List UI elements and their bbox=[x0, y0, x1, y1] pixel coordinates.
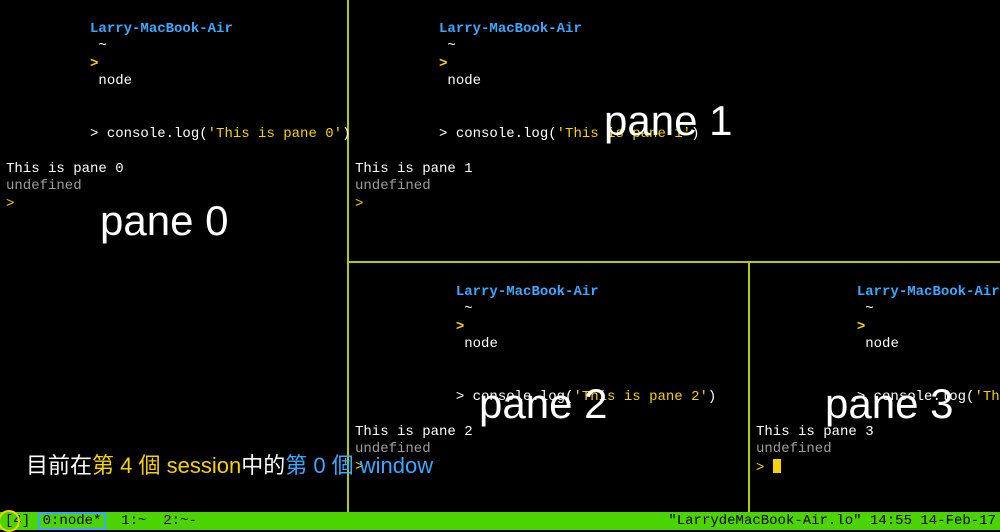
pane-3[interactable]: Larry-MacBook-Air ~ > node > console.log… bbox=[750, 263, 1000, 512]
repl-prompt: > bbox=[355, 196, 994, 214]
prompt-host: Larry-MacBook-Air bbox=[439, 21, 582, 37]
pane-label-3: pane 3 bbox=[825, 378, 953, 431]
window-tab-2[interactable]: 2:~- bbox=[163, 513, 197, 529]
pane-row-bottom: Larry-MacBook-Air ~ > node > console.log… bbox=[349, 263, 1000, 512]
pane-label-0: pane 0 bbox=[100, 195, 228, 248]
window-tab-0[interactable]: 0:node* bbox=[40, 513, 105, 529]
annotation-caption: 目前在第 4 個 session中的第 0 個 window bbox=[26, 448, 433, 480]
pane-1[interactable]: Larry-MacBook-Air ~ > node > console.log… bbox=[349, 0, 1000, 261]
pane-column-right: Larry-MacBook-Air ~ > node > console.log… bbox=[349, 0, 1000, 512]
pane-container: Larry-MacBook-Air ~ > node > console.log… bbox=[0, 0, 1000, 512]
shell-command: node bbox=[456, 336, 498, 352]
repl-output: This is pane 0 bbox=[6, 161, 341, 179]
window-tab-1[interactable]: 1:~ bbox=[121, 513, 146, 529]
repl-undefined: undefined bbox=[756, 441, 994, 459]
tmux-window: Larry-MacBook-Air ~ > node > console.log… bbox=[0, 0, 1000, 530]
prompt-path: ~ bbox=[456, 301, 481, 317]
prompt-path: ~ bbox=[857, 301, 882, 317]
prompt-marker: > bbox=[439, 56, 447, 72]
cursor-icon bbox=[773, 459, 781, 473]
prompt-host: Larry-MacBook-Air bbox=[90, 21, 233, 37]
status-left: [4] 0:node* 1:~ 2:~- bbox=[4, 513, 197, 529]
prompt-marker: > bbox=[857, 319, 865, 335]
pane-0[interactable]: Larry-MacBook-Air ~ > node > console.log… bbox=[0, 0, 347, 512]
repl-undefined: undefined bbox=[355, 178, 994, 196]
repl-output: This is pane 1 bbox=[355, 161, 994, 179]
pane-column-left: Larry-MacBook-Air ~ > node > console.log… bbox=[0, 0, 347, 512]
repl-prompt-active: > bbox=[756, 459, 994, 478]
shell-command: node bbox=[90, 73, 132, 89]
prompt-host: Larry-MacBook-Air bbox=[456, 284, 599, 300]
session-indicator[interactable]: [4] bbox=[4, 513, 31, 529]
prompt-marker: > bbox=[90, 56, 98, 72]
repl-input: > console.log( bbox=[439, 126, 557, 142]
repl-input: > console.log( bbox=[90, 126, 208, 142]
prompt-marker: > bbox=[456, 319, 464, 335]
pane-label-1: pane 1 bbox=[604, 95, 732, 148]
shell-command: node bbox=[439, 73, 481, 89]
prompt-path: ~ bbox=[439, 38, 464, 54]
shell-command: node bbox=[857, 336, 899, 352]
prompt-path: ~ bbox=[90, 38, 115, 54]
repl-undefined: undefined bbox=[6, 178, 341, 196]
prompt-host: Larry-MacBook-Air bbox=[857, 284, 1000, 300]
tmux-status-bar[interactable]: [4] 0:node* 1:~ 2:~- "LarrydeMacBook-Air… bbox=[0, 512, 1000, 530]
status-right: "LarrydeMacBook-Air.lo" 14:55 14-Feb-17 bbox=[668, 513, 996, 529]
pane-label-2: pane 2 bbox=[479, 378, 607, 431]
